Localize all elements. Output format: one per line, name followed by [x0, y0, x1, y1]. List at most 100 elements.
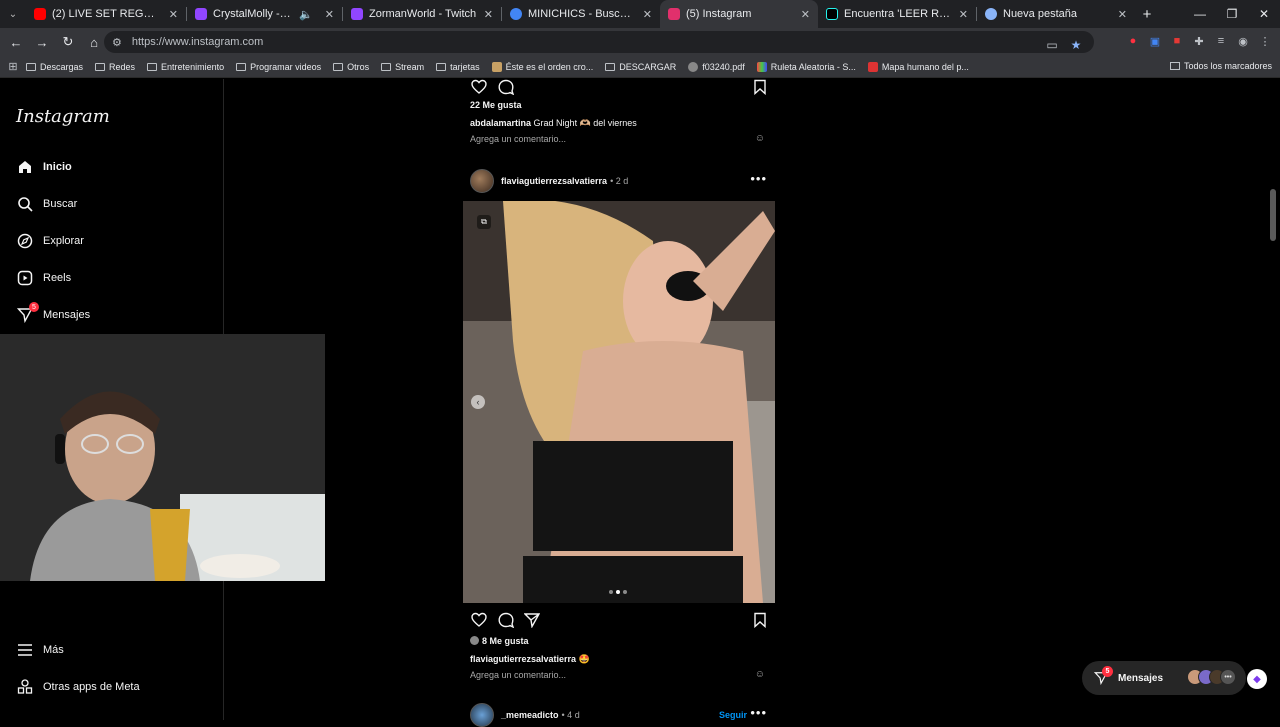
new-tab-button[interactable]: + [1135, 6, 1159, 23]
kebab-menu-icon[interactable]: ⋮ [1256, 32, 1274, 50]
carousel-prev-button[interactable]: ‹ [471, 395, 485, 409]
close-window-icon[interactable]: ✕ [1248, 7, 1280, 21]
bookmark-folder[interactable]: Otros [333, 62, 369, 72]
bookmark-label: DESCARGAR [619, 61, 677, 72]
twitch-icon [351, 8, 363, 20]
comment-input[interactable]: Agrega un comentario... [470, 134, 566, 144]
extension-brain-icon[interactable]: ◆ [1247, 669, 1267, 689]
nav-item-mas[interactable]: Más [16, 641, 64, 659]
close-icon[interactable]: ✕ [325, 8, 334, 21]
avatar[interactable] [470, 703, 494, 727]
nav-item-mensajes[interactable]: 5 Mensajes [16, 302, 91, 324]
speaker-icon[interactable]: 🔈 [299, 8, 313, 21]
recent-chat-avatars: ••• [1187, 669, 1236, 685]
tab-tiktok[interactable]: Encuentra 'LEER RAPIDO' en Ti ✕ [818, 0, 976, 28]
profile-icon[interactable]: ◉ [1234, 32, 1252, 50]
nav-item-buscar[interactable]: Buscar [16, 195, 77, 213]
tab-label: CrystalMolly - Twitch [213, 8, 293, 20]
instagram-logo[interactable]: Instagram [16, 106, 110, 127]
bookmark-folder[interactable]: Redes [95, 62, 135, 72]
webcam-overlay [0, 334, 325, 581]
nav-item-reels[interactable]: Reels [16, 269, 71, 287]
post-username[interactable]: _memeadicto [501, 710, 559, 720]
puzzle-icon[interactable]: ✚ [1190, 32, 1208, 50]
reading-list-icon[interactable]: ≡ [1212, 32, 1230, 50]
address-bar[interactable]: ⚙ https://www.instagram.com ▭ ★ [104, 31, 1094, 53]
apps-grid-icon[interactable]: ⊞ [0, 60, 26, 73]
caption-user[interactable]: abdalamartina [470, 118, 531, 128]
home-button-icon[interactable]: ⌂ [82, 35, 106, 50]
nav-item-explorar[interactable]: Explorar [16, 232, 84, 250]
nav-label: Mensajes [43, 309, 91, 321]
restore-icon[interactable]: ❐ [1216, 7, 1248, 21]
close-icon[interactable]: ✕ [643, 8, 652, 21]
close-icon[interactable]: ✕ [1118, 8, 1127, 21]
tab-new-tab[interactable]: Nueva pestaña ✕ [977, 0, 1135, 28]
bookmark-link[interactable]: Mapa humano del p... [867, 61, 969, 72]
nav-item-inicio[interactable]: Inicio [16, 158, 72, 176]
bookmark-label: Redes [109, 61, 136, 72]
comment-icon[interactable] [498, 79, 514, 95]
globe-icon [688, 61, 699, 72]
translate-icon[interactable]: ▣ [1146, 32, 1164, 50]
likes-count[interactable]: 22 Me gusta [470, 100, 522, 110]
bookmark-folder[interactable]: Programar videos [236, 62, 321, 72]
cast-icon[interactable]: ▭ [1042, 35, 1062, 55]
comment-input[interactable]: Agrega un comentario... [470, 670, 566, 680]
more-options-icon[interactable]: ••• [750, 705, 767, 720]
bookmark-folder[interactable]: Stream [381, 62, 424, 72]
reload-icon[interactable]: ↻ [56, 34, 80, 50]
tab-instagram[interactable]: (5) Instagram ✕ [660, 0, 818, 28]
bookmark-link[interactable]: Ruleta Aleatoria - S... [756, 61, 856, 72]
back-icon[interactable]: ← [4, 35, 28, 50]
nav-label: Inicio [43, 161, 72, 173]
tab-twitch-zormanworld[interactable]: ZormanWorld - Twitch ✕ [343, 0, 501, 28]
more-options-icon[interactable]: ••• [750, 171, 767, 186]
compass-icon [16, 232, 34, 250]
caption-user[interactable]: flaviagutierrezsalvatierra [470, 654, 576, 664]
bookmark-folder[interactable]: tarjetas [436, 62, 480, 72]
tab-search-icon[interactable]: ⌄ [0, 0, 26, 28]
extension-m-icon[interactable]: ■ [1168, 32, 1186, 50]
bookmark-folder[interactable]: Entretenimiento [147, 62, 224, 72]
tab-google[interactable]: MINICHICS - Buscar con Googl ✕ [502, 0, 660, 28]
tab-twitch-crystalmolly[interactable]: CrystalMolly - Twitch 🔈 ✕ [187, 0, 342, 28]
tab-youtube[interactable]: (2) LIVE SET REGGAETON by DJ ✕ [26, 0, 186, 28]
bookmark-save-icon[interactable] [752, 79, 768, 95]
nav-item-otras-apps[interactable]: Otras apps de Meta [16, 678, 140, 696]
likes-row[interactable]: 8 Me gusta [470, 636, 529, 646]
instagram-icon [668, 8, 680, 20]
close-icon[interactable]: ✕ [169, 8, 178, 21]
heart-icon[interactable] [471, 612, 487, 628]
bookmark-folder[interactable]: DESCARGAR [605, 62, 676, 72]
forward-icon[interactable]: → [30, 35, 54, 50]
bookmark-folder[interactable]: Descargas [26, 62, 83, 72]
url-text: https://www.instagram.com [131, 36, 264, 48]
bookmark-save-icon[interactable] [752, 612, 768, 628]
twitch-icon [195, 8, 207, 20]
post-username[interactable]: flaviagutierrezsalvatierra [501, 176, 607, 186]
emoji-icon[interactable]: ☺ [755, 669, 765, 680]
extension-red-icon[interactable]: ● [1124, 32, 1142, 50]
minimize-icon[interactable]: — [1184, 7, 1216, 21]
all-bookmarks[interactable]: Todos los marcadores [1169, 61, 1272, 71]
star-icon[interactable]: ★ [1066, 35, 1086, 55]
menu-icon [16, 641, 34, 659]
bookmark-icon [491, 61, 502, 72]
bookmark-link[interactable]: f03240.pdf [688, 61, 745, 72]
post-image[interactable]: ⧉ ‹ [463, 201, 775, 603]
avatar[interactable] [470, 169, 494, 193]
emoji-icon[interactable]: ☺ [755, 133, 765, 144]
close-icon[interactable]: ✕ [484, 8, 493, 21]
site-info-icon[interactable]: ⚙ [112, 36, 122, 49]
comment-icon[interactable] [498, 612, 514, 628]
follow-button[interactable]: Seguir [719, 710, 747, 720]
close-icon[interactable]: ✕ [959, 8, 968, 21]
share-icon[interactable] [524, 612, 540, 628]
close-icon[interactable]: ✕ [801, 8, 810, 21]
messages-pill[interactable]: 5 Mensajes ••• [1082, 661, 1246, 695]
heart-icon[interactable] [471, 79, 487, 95]
bookmark-link[interactable]: Éste es el orden cro... [491, 61, 593, 72]
page-scrollbar[interactable] [1270, 189, 1276, 241]
folder-icon [1169, 62, 1180, 70]
